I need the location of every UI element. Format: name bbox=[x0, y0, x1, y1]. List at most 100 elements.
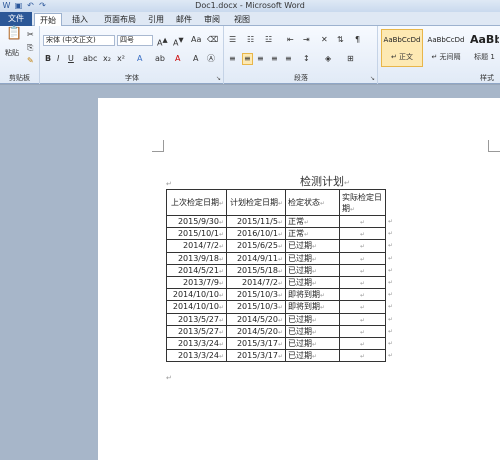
actual-date-cell[interactable]: ↵ bbox=[339, 263, 386, 277]
plan-date-cell[interactable]: 2015/3/17↵ bbox=[226, 349, 286, 363]
actual-date-cell[interactable]: ↵ bbox=[339, 312, 386, 326]
style-normal[interactable]: AaBbCcDd ↵ 正文 bbox=[381, 29, 423, 67]
tab-mailings[interactable]: 邮件 bbox=[170, 13, 198, 26]
increase-indent-icon[interactable]: ⇥ bbox=[303, 35, 310, 45]
plan-date-cell[interactable]: 2014/7/2↵ bbox=[226, 275, 286, 290]
underline-icon[interactable]: U bbox=[68, 54, 74, 64]
actual-date-cell[interactable]: ↵ bbox=[339, 288, 386, 302]
plan-date-cell[interactable]: 2015/5/18↵ bbox=[226, 263, 286, 277]
header-plan-date[interactable]: 计划检定日期↵ bbox=[226, 189, 286, 216]
status-cell[interactable]: 已过期↵ bbox=[285, 251, 340, 265]
actual-date-cell[interactable]: ↵ bbox=[339, 300, 386, 314]
tab-insert[interactable]: 插入 bbox=[66, 13, 94, 26]
shrink-font-icon[interactable]: A▼ bbox=[173, 35, 184, 49]
clear-format-icon[interactable]: ⌫ bbox=[207, 35, 218, 45]
bullets-icon[interactable]: ☰ bbox=[229, 35, 236, 45]
header-status[interactable]: 检定状态↵ bbox=[285, 189, 340, 216]
paste-button[interactable]: 粘贴 bbox=[5, 48, 19, 58]
header-actual-date[interactable]: 实际检定日期↵ bbox=[339, 189, 386, 216]
sort-icon[interactable]: ⇅ bbox=[337, 35, 344, 45]
actual-date-cell[interactable]: ↵ bbox=[339, 324, 386, 338]
last-date-cell[interactable]: 2014/7/2↵ bbox=[166, 239, 227, 253]
document-title[interactable]: 检测计划↵ bbox=[300, 173, 350, 189]
superscript-icon[interactable]: x² bbox=[117, 54, 125, 64]
tab-review[interactable]: 审阅 bbox=[198, 13, 226, 26]
plan-date-cell[interactable]: 2015/10/3↵ bbox=[226, 300, 286, 314]
status-cell[interactable]: 已过期↵ bbox=[285, 336, 340, 351]
last-date-cell[interactable]: 2014/10/10↵ bbox=[166, 300, 227, 314]
line-spacing-icon[interactable]: ↕ bbox=[303, 54, 310, 64]
actual-date-cell[interactable]: ↵ bbox=[339, 239, 386, 253]
align-center-icon[interactable]: ≡ bbox=[242, 53, 253, 65]
tab-view[interactable]: 视图 bbox=[228, 13, 256, 26]
plan-date-cell[interactable]: 2016/10/1↵ bbox=[226, 227, 286, 241]
plan-date-cell[interactable]: 2015/3/17↵ bbox=[226, 336, 286, 351]
last-date-cell[interactable]: 2013/9/18↵ bbox=[166, 251, 227, 265]
tab-home[interactable]: 开始 bbox=[34, 13, 62, 26]
status-cell[interactable]: 已过期↵ bbox=[285, 263, 340, 277]
decrease-indent-icon[interactable]: ⇤ bbox=[287, 35, 294, 45]
status-cell[interactable]: 即将到期↵ bbox=[285, 288, 340, 302]
font-color-icon[interactable]: A bbox=[175, 54, 180, 64]
last-date-cell[interactable]: 2014/5/21↵ bbox=[166, 263, 227, 277]
borders-icon[interactable]: ⊞ bbox=[347, 54, 354, 64]
inspection-table[interactable]: 上次检定日期↵ 计划检定日期↵ 检定状态↵ 实际检定日期↵ 2015/9/30↵… bbox=[166, 189, 396, 363]
numbering-icon[interactable]: ☷ bbox=[247, 35, 254, 45]
show-marks-icon[interactable]: ¶ bbox=[355, 35, 360, 45]
actual-date-cell[interactable]: ↵ bbox=[339, 227, 386, 241]
status-cell[interactable]: 已过期↵ bbox=[285, 312, 340, 326]
format-painter-icon[interactable]: ✎ bbox=[27, 56, 34, 66]
status-cell[interactable]: 已过期↵ bbox=[285, 239, 340, 253]
multilevel-list-icon[interactable]: ☳ bbox=[265, 35, 272, 45]
align-right-icon[interactable]: ≡ bbox=[257, 54, 264, 64]
actual-date-cell[interactable]: ↵ bbox=[339, 349, 386, 363]
tab-references[interactable]: 引用 bbox=[142, 13, 170, 26]
status-cell[interactable]: 已过期↵ bbox=[285, 324, 340, 338]
plan-date-cell[interactable]: 2014/5/20↵ bbox=[226, 312, 286, 326]
last-date-cell[interactable]: 2013/3/24↵ bbox=[166, 349, 227, 363]
document-area[interactable]: 检测计划↵ ↵ 上次检定日期↵ 计划检定日期↵ 检定状态↵ 实际检定日期↵ 20… bbox=[0, 85, 500, 460]
grow-font-icon[interactable]: A▲ bbox=[157, 35, 168, 49]
italic-icon[interactable]: I bbox=[57, 54, 59, 64]
subscript-icon[interactable]: x₂ bbox=[103, 54, 111, 64]
plan-date-cell[interactable]: 2014/9/11↵ bbox=[226, 251, 286, 265]
header-last-date[interactable]: 上次检定日期↵ bbox=[166, 189, 227, 216]
font-dialog-launcher-icon[interactable]: ↘ bbox=[216, 75, 221, 82]
last-date-cell[interactable]: 2015/9/30↵ bbox=[166, 214, 227, 229]
document-page[interactable]: 检测计划↵ ↵ 上次检定日期↵ 计划检定日期↵ 检定状态↵ 实际检定日期↵ 20… bbox=[98, 98, 500, 460]
status-cell[interactable]: 即将到期↵ bbox=[285, 300, 340, 314]
font-name-select[interactable]: 宋体 (中文正文) bbox=[43, 35, 115, 46]
enclose-char-icon[interactable]: Ⓐ bbox=[207, 54, 215, 64]
align-left-icon[interactable]: ≡ bbox=[229, 54, 236, 64]
style-no-spacing[interactable]: AaBbCcDd ↵ 无间隔 bbox=[425, 29, 467, 67]
highlight-icon[interactable]: ab bbox=[155, 54, 165, 64]
plan-date-cell[interactable]: 2015/11/5↵ bbox=[226, 214, 286, 229]
last-date-cell[interactable]: 2013/5/27↵ bbox=[166, 312, 227, 326]
plan-date-cell[interactable]: 2015/6/25↵ bbox=[226, 239, 286, 253]
last-date-cell[interactable]: 2013/5/27↵ bbox=[166, 324, 227, 338]
status-cell[interactable]: 已过期↵ bbox=[285, 349, 340, 363]
tab-file[interactable]: 文件 bbox=[0, 12, 32, 26]
status-cell[interactable]: 正常↵ bbox=[285, 227, 340, 241]
paragraph-dialog-launcher-icon[interactable]: ↘ bbox=[370, 75, 375, 82]
actual-date-cell[interactable]: ↵ bbox=[339, 214, 386, 229]
tab-page-layout[interactable]: 页面布局 bbox=[98, 13, 142, 26]
status-cell[interactable]: 已过期↵ bbox=[285, 275, 340, 290]
distributed-icon[interactable]: ≡ bbox=[285, 54, 292, 64]
actual-date-cell[interactable]: ↵ bbox=[339, 251, 386, 265]
text-effects-icon[interactable]: A bbox=[137, 54, 142, 64]
plan-date-cell[interactable]: 2014/5/20↵ bbox=[226, 324, 286, 338]
plan-date-cell[interactable]: 2015/10/3↵ bbox=[226, 288, 286, 302]
last-date-cell[interactable]: 2015/10/1↵ bbox=[166, 227, 227, 241]
last-date-cell[interactable]: 2014/10/10↵ bbox=[166, 288, 227, 302]
char-shading-icon[interactable]: A bbox=[193, 54, 198, 64]
cut-icon[interactable]: ✂ bbox=[27, 30, 34, 40]
actual-date-cell[interactable]: ↵ bbox=[339, 336, 386, 351]
font-size-select[interactable]: 四号 bbox=[117, 35, 153, 46]
change-case-icon[interactable]: Aa bbox=[191, 35, 201, 45]
paste-icon[interactable]: 📋 bbox=[6, 27, 22, 40]
last-date-cell[interactable]: 2013/7/9↵ bbox=[166, 275, 227, 290]
bold-icon[interactable]: B bbox=[45, 54, 51, 64]
shading-icon[interactable]: ◈ bbox=[325, 54, 331, 64]
actual-date-cell[interactable]: ↵ bbox=[339, 275, 386, 290]
